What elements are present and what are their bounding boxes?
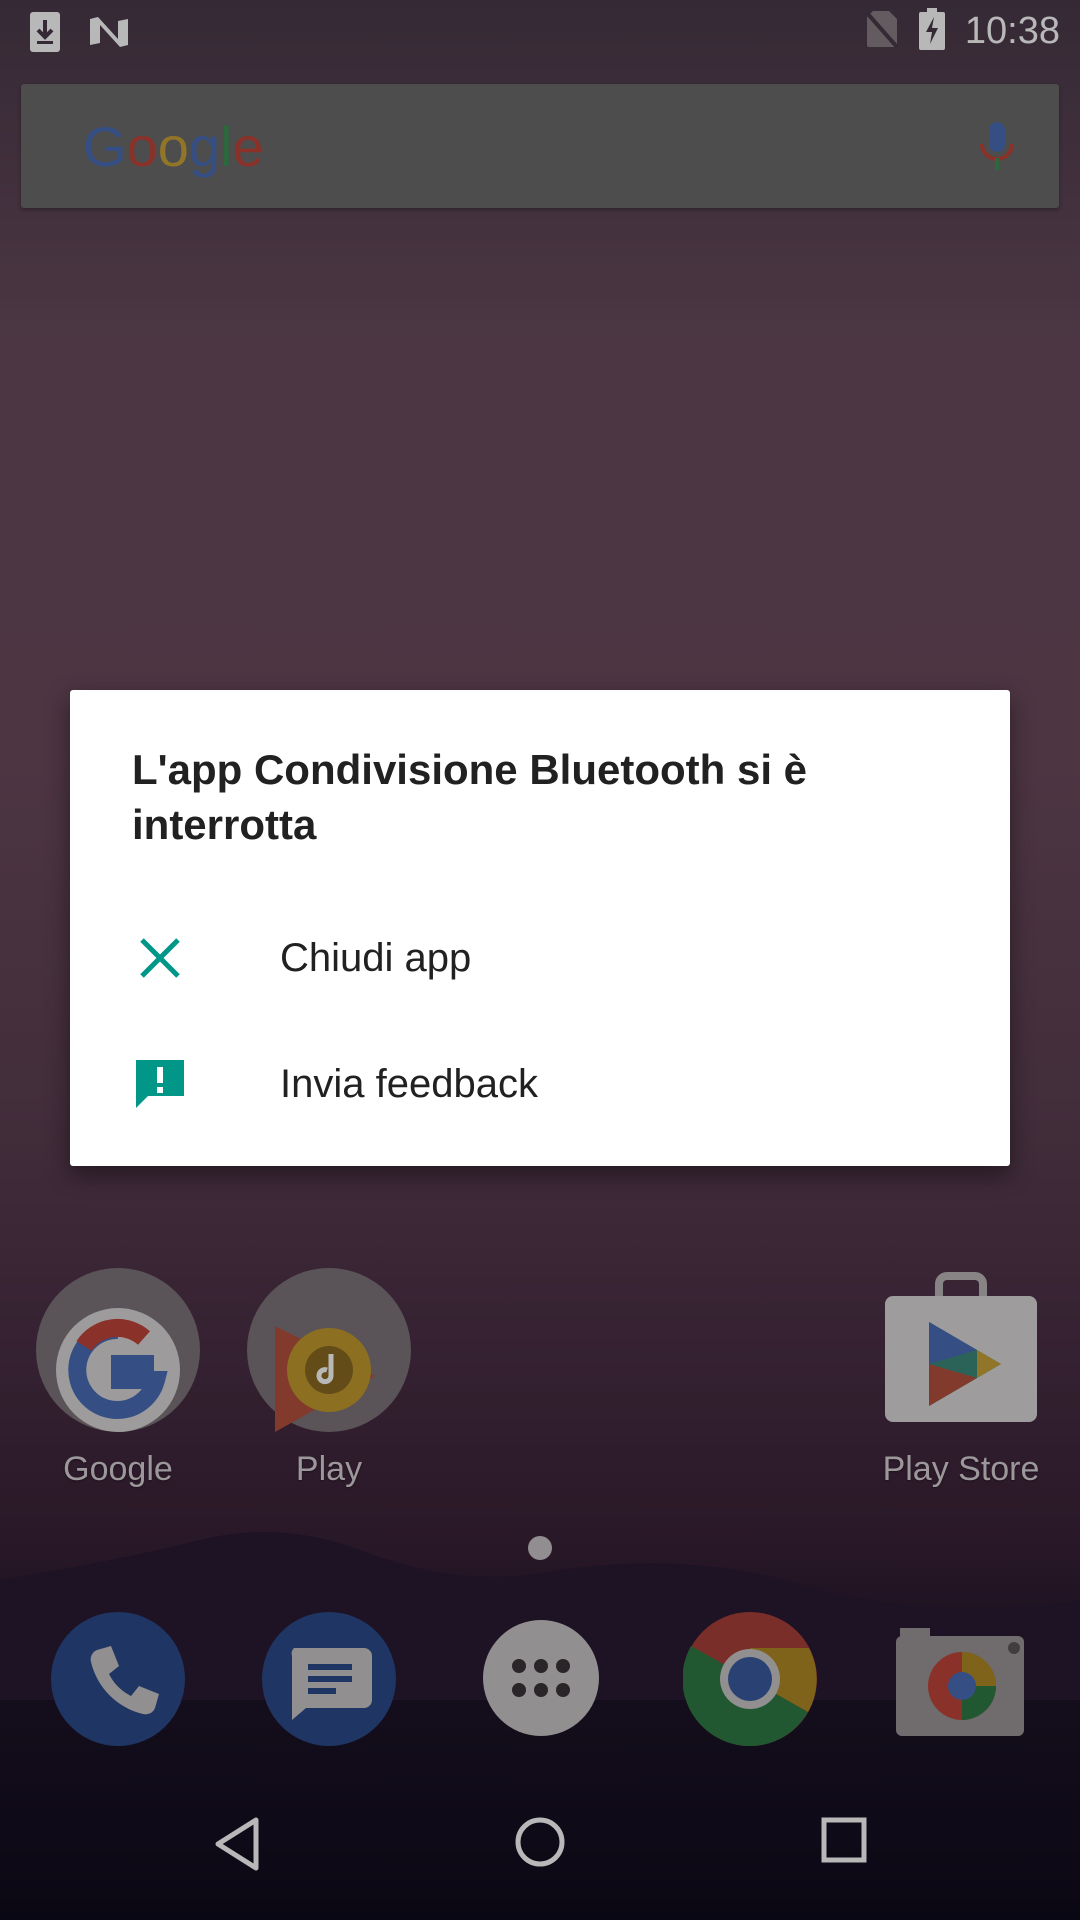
send-feedback-label: Invia feedback [280, 1062, 538, 1106]
mic-icon[interactable] [977, 120, 1017, 178]
back-icon[interactable] [212, 1816, 262, 1876]
app-label: Google [63, 1450, 173, 1488]
app-label: Play [295, 1450, 363, 1488]
home-icon[interactable] [514, 1816, 566, 1872]
camera-icon [890, 1628, 1030, 1746]
battery-charging-icon [918, 8, 945, 54]
app-play-store[interactable]: Play Store [866, 1266, 1056, 1489]
phone-icon [51, 1646, 185, 1750]
page-indicator [528, 1536, 552, 1560]
n-logo-icon [88, 15, 130, 53]
app-drawer-icon [483, 1659, 599, 1740]
feedback-icon [132, 1056, 188, 1112]
chrome-icon [682, 1612, 817, 1750]
recents-icon[interactable] [820, 1816, 868, 1868]
send-feedback-button[interactable]: Invia feedback [70, 1024, 1010, 1144]
status-bar: 10:38 [0, 0, 1080, 64]
dock-phone[interactable] [51, 1612, 185, 1746]
play-store-icon [881, 1272, 1041, 1438]
download-icon [28, 10, 62, 58]
google-folder-icon [34, 1268, 202, 1438]
app-play-folder[interactable]: Play [234, 1266, 424, 1489]
dialog-title: L'app Condivisione Bluetooth si è interr… [132, 746, 808, 848]
google-logo: Google [83, 115, 264, 178]
dock-camera[interactable] [890, 1622, 1030, 1742]
dock-app-drawer[interactable] [483, 1620, 599, 1736]
close-icon [132, 930, 188, 986]
dock-chrome[interactable] [682, 1612, 817, 1747]
close-app-label: Chiudi app [280, 936, 472, 980]
no-sim-icon [865, 9, 899, 53]
dock-messages[interactable] [262, 1612, 396, 1746]
google-search-bar[interactable]: Google [21, 84, 1059, 208]
app-label: Play Store [882, 1450, 1040, 1488]
messages-icon [262, 1648, 396, 1750]
close-app-button[interactable]: Chiudi app [70, 898, 1010, 1018]
clock: 10:38 [964, 9, 1060, 52]
app-google-folder[interactable]: Google [23, 1266, 213, 1489]
navigation-bar [0, 1780, 1080, 1920]
play-folder-icon [245, 1268, 413, 1438]
